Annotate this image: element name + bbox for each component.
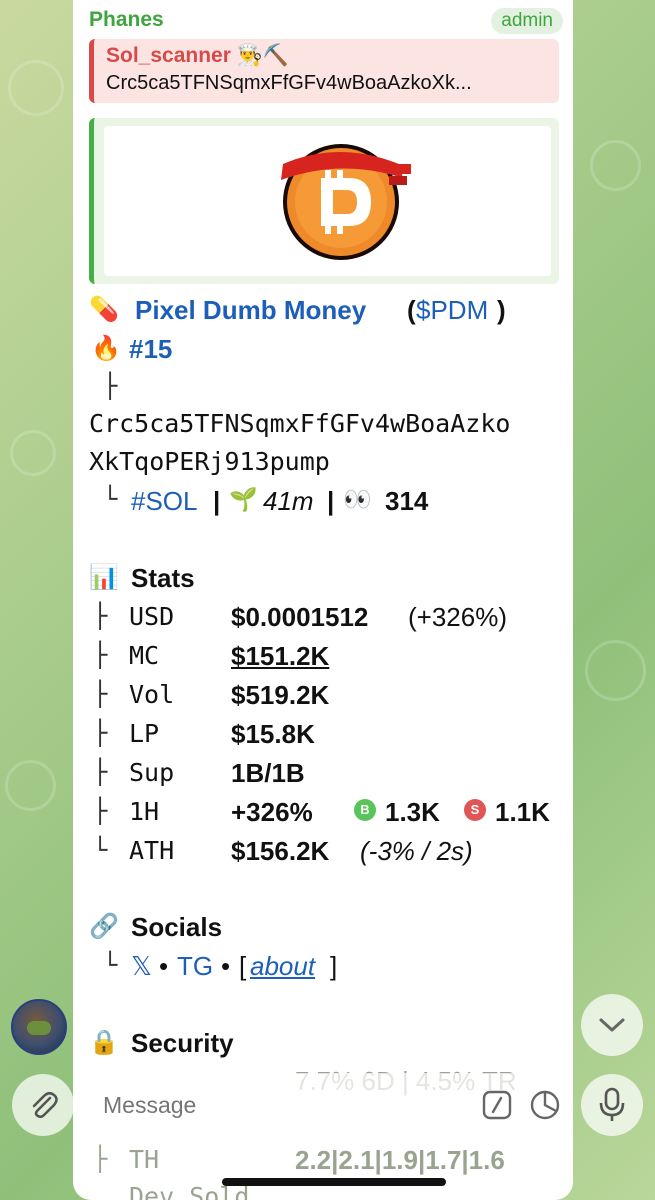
link-preview[interactable]: [89, 118, 559, 284]
ticker-open-paren: (: [407, 295, 416, 325]
age-value: 41m: [263, 486, 314, 516]
tree-branch: ├: [93, 680, 108, 708]
x-link[interactable]: 𝕏: [131, 951, 152, 982]
stat-label-vol: Vol: [129, 680, 175, 709]
bullet: •: [159, 951, 169, 981]
preview-image: [104, 126, 551, 276]
contract-address-line1[interactable]: Crc5ca5TFNSqmxFfGFv4wBoaAzko: [89, 409, 510, 438]
bullet: •: [221, 951, 231, 981]
ticker-link[interactable]: $PDM: [416, 295, 488, 326]
wallpaper-doodle: [585, 640, 646, 701]
sender-name[interactable]: Phanes: [89, 8, 164, 32]
avatar-frog-icon: [27, 1021, 51, 1035]
chain-hashtag[interactable]: #SOL: [131, 486, 198, 517]
chart-icon: 📊: [89, 564, 119, 591]
message-input[interactable]: [101, 1085, 465, 1125]
tree-branch: ├: [93, 797, 108, 825]
buys-count: 1.3K: [385, 797, 440, 827]
tg-link[interactable]: TG: [177, 951, 213, 982]
pill-icon: 💊: [89, 296, 119, 323]
stat-label-mc: MC: [129, 641, 160, 670]
home-indicator: [222, 1178, 446, 1186]
scroll-down-button[interactable]: [581, 994, 643, 1056]
stat-value-mc-link[interactable]: $151.2K: [231, 641, 329, 672]
tree-branch: ├: [93, 719, 108, 747]
about-open-bracket: [: [239, 951, 247, 981]
buy-badge-icon: B: [354, 799, 376, 821]
security-label-th: TH: [129, 1145, 160, 1174]
avatar[interactable]: [11, 999, 67, 1055]
wallpaper-doodle: [590, 140, 641, 191]
stats-title: Stats: [131, 563, 195, 593]
chevron-down-icon: [599, 1018, 625, 1032]
reply-author: Sol_scanner: [106, 44, 231, 67]
stat-label-ath: ATH: [129, 836, 175, 865]
tree-branch: ├: [93, 758, 108, 786]
admin-badge: admin: [491, 8, 563, 34]
views-count: 314: [385, 486, 429, 516]
security-title: Security: [131, 1028, 234, 1058]
link-icon: 🔗: [89, 913, 119, 940]
stat-value-sup: 1B/1B: [231, 758, 305, 788]
rank-hashtag[interactable]: #15: [129, 334, 172, 365]
socials-title: Socials: [131, 912, 223, 942]
tree-branch: ├: [93, 602, 108, 630]
message-composer: [83, 1073, 572, 1135]
seedling-icon: 🌱: [229, 486, 258, 512]
about-link[interactable]: about: [250, 951, 315, 982]
stat-value-usd: $0.0001512: [231, 602, 369, 632]
stat-label-lp: LP: [129, 719, 160, 748]
tree-branch: ├: [103, 372, 118, 400]
stat-value-ath: $156.2K: [231, 836, 330, 866]
stat-value-vol: $519.2K: [231, 680, 330, 710]
tree-end: └: [93, 836, 108, 864]
sell-badge-icon: S: [464, 799, 486, 821]
pixel-coin-logo-icon: [281, 144, 411, 260]
stat-value-1h: +326%: [231, 797, 313, 827]
sticker-icon[interactable]: [529, 1089, 561, 1121]
tree-end: └: [103, 485, 118, 513]
eyes-icon: 👀: [343, 486, 372, 512]
reply-quote[interactable]: Sol_scanner 👨‍🍳⛏️ Crc5ca5TFNSqmxFfGFv4wB…: [89, 39, 559, 103]
voice-message-button[interactable]: [581, 1074, 643, 1136]
stat-change-usd: (+326%): [408, 602, 507, 632]
separator: |: [213, 486, 221, 516]
fire-icon: 🔥: [91, 335, 121, 362]
microphone-icon: [599, 1087, 625, 1121]
wallpaper-doodle: [10, 430, 56, 476]
command-icon[interactable]: [482, 1090, 512, 1120]
wallpaper-doodle: [5, 760, 56, 811]
tree-branch: ├: [93, 1145, 108, 1173]
stat-change-ath: (-3% / 2s): [360, 836, 473, 866]
message-bubble: Phanes admin Sol_scanner 👨‍🍳⛏️ Crc5ca5TF…: [73, 0, 573, 1200]
lock-icon: 🔒: [89, 1029, 119, 1056]
stat-label-sup: Sup: [129, 758, 175, 787]
reply-author-emoji: 👨‍🍳⛏️: [236, 44, 290, 67]
stat-label-usd: USD: [129, 602, 175, 631]
reply-text: Crc5ca5TFNSqmxFfGFv4wBoaAzkoXk...: [106, 72, 472, 94]
paperclip-icon: [32, 1091, 58, 1119]
wallpaper-doodle: [8, 60, 64, 116]
attach-button[interactable]: [12, 1074, 74, 1136]
stat-value-lp: $15.8K: [231, 719, 315, 749]
security-value-th: 2.2|2.1|1.9|1.7|1.6: [295, 1145, 505, 1175]
separator: |: [327, 486, 335, 516]
tree-branch: ├: [93, 641, 108, 669]
stat-label-1h: 1H: [129, 797, 160, 826]
about-close-bracket: ]: [330, 951, 338, 981]
ticker-close-paren: ): [497, 295, 506, 325]
contract-address-line2[interactable]: XkTqoPERj913pump: [89, 447, 330, 476]
sells-count: 1.1K: [495, 797, 550, 827]
token-name-link[interactable]: Pixel Dumb Money: [135, 295, 366, 326]
tree-end: └: [103, 951, 118, 979]
